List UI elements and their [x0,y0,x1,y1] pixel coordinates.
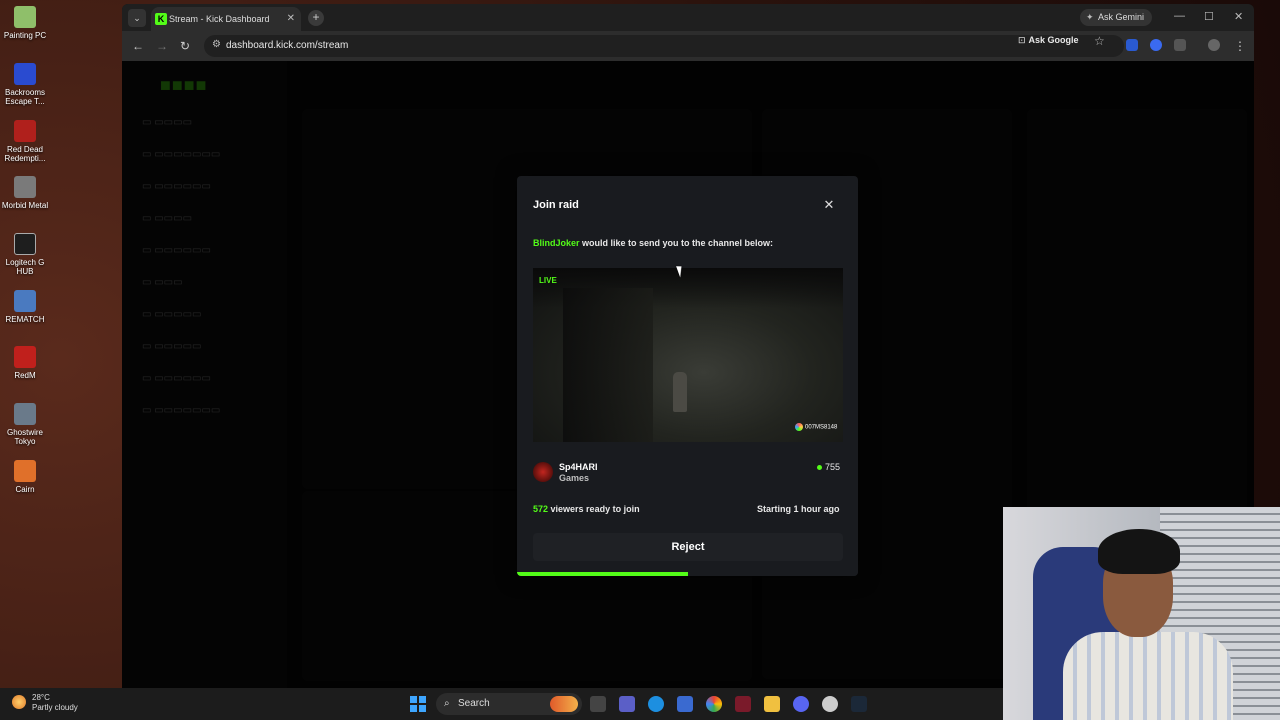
streamer-name[interactable]: Sp4HARI [559,462,598,472]
live-dot-icon [817,465,822,471]
ask-gemini-button[interactable]: ✦ Ask Gemini [1080,9,1152,26]
weather-condition: Partly cloudy [32,703,78,712]
desktop-icon-redm[interactable]: RedM [0,346,50,380]
reject-button[interactable]: Reject [533,533,843,561]
search-icon: ⌕ [444,698,450,709]
raid-countdown-fill [517,572,688,576]
tab-close-icon[interactable]: ✕ [287,13,295,24]
window-close-icon[interactable]: ✕ [1234,10,1243,23]
webcam-overlay [1003,507,1280,720]
backrooms-icon [14,63,36,85]
cairn-icon [14,460,36,482]
logitech-icon [14,233,36,255]
redm-icon [14,346,36,368]
profile-avatar-icon[interactable] [1208,39,1220,51]
rematch-icon [14,290,36,312]
desktop-icon-morbid-metal[interactable]: Morbid Metal [0,176,50,210]
streamer-category: Games [559,473,590,483]
painting-pc-icon [14,6,36,28]
stream-preview[interactable]: LIVE 007MS8148 [533,268,843,442]
task-view-icon[interactable] [590,696,606,712]
close-icon[interactable]: ✕ [820,196,838,214]
raider-name[interactable]: BlindJoker [533,238,580,248]
back-icon[interactable]: ← [132,39,144,53]
file-explorer-icon[interactable] [764,696,780,712]
ghostwire-icon [14,403,36,425]
join-raid-modal: Join raid ✕ BlindJoker would like to sen… [517,176,858,576]
viewers-ready: 572 viewers ready to join [533,504,640,514]
desktop-icon-rematch[interactable]: REMATCH [0,290,50,324]
chrome-icon[interactable] [706,696,722,712]
tab-kick-dashboard[interactable]: K Stream - Kick Dashboard ✕ [151,7,301,31]
teams-icon[interactable] [619,696,635,712]
desktop-icon-backrooms[interactable]: Backrooms Escape T... [0,63,50,106]
raid-message: BlindJoker would like to send you to the… [533,238,774,248]
desktop-icon-ghostwire[interactable]: Ghostwire Tokyo [0,403,50,446]
reload-icon[interactable]: ↻ [180,39,190,53]
avatar[interactable] [533,462,553,482]
taskbar-search[interactable]: ⌕ Search [436,693,582,715]
bookmark-star-icon[interactable]: ☆ [1094,34,1105,48]
weather-icon [12,695,26,709]
new-tab-button[interactable]: + [308,10,324,26]
desktop-icon-cairn[interactable]: Cairn [0,460,50,494]
edge-icon[interactable] [648,696,664,712]
extension-icon[interactable] [1150,39,1162,51]
url-text: dashboard.kick.com/stream [226,40,349,51]
desktop-icon-logitech[interactable]: Logitech G HUB [0,233,50,276]
app-icon[interactable] [735,696,751,712]
starting-time: Starting 1 hour ago [757,504,840,514]
red-dead-icon [14,120,36,142]
stream-overlay-tag: 007MS8148 [795,423,837,431]
tab-title: Stream - Kick Dashboard [169,14,270,24]
settings-icon[interactable] [822,696,838,712]
extensions-puzzle-icon[interactable] [1174,39,1186,51]
google-lens-icon: ⊡ [1018,35,1026,45]
desktop-icon-red-dead[interactable]: Red Dead Redempti... [0,120,50,163]
discord-icon[interactable] [793,696,809,712]
store-icon[interactable] [677,696,693,712]
site-info-icon[interactable]: ⚙ [212,39,221,50]
browser-toolbar: ← → ↻ ⚙ dashboard.kick.com/stream ⊡ Ask G… [122,31,1254,61]
start-button-icon[interactable] [410,696,426,712]
taskbar: 28°C Partly cloudy ⌕ Search [0,688,1003,720]
live-badge: LIVE [539,276,557,285]
ask-google-button[interactable]: ⊡ Ask Google [1018,35,1079,46]
menu-kebab-icon[interactable]: ⋮ [1234,39,1246,53]
viewer-count: 755 [817,462,840,472]
tab-search-button[interactable]: ⌄ [128,9,146,27]
overlay-logo-icon [795,423,803,431]
gemini-icon: ✦ [1086,12,1094,22]
extension-icon[interactable] [1126,39,1138,51]
search-highlight-icon [550,696,578,712]
modal-title: Join raid [533,199,579,211]
maximize-icon[interactable]: ☐ [1204,10,1214,23]
forward-icon[interactable]: → [156,39,168,53]
tab-bar: ⌄ K Stream - Kick Dashboard ✕ + ✦ Ask Gem… [122,4,1254,31]
weather-temp: 28°C [32,693,50,702]
desktop-icon-painting-pc[interactable]: Painting PC [0,6,50,40]
morbid-metal-icon [14,176,36,198]
steam-icon[interactable] [851,696,867,712]
minimize-icon[interactable]: — [1174,10,1185,22]
address-bar[interactable]: ⚙ dashboard.kick.com/stream [204,35,1124,57]
kick-favicon-icon: K [155,13,167,25]
raid-countdown-bar [517,572,858,576]
